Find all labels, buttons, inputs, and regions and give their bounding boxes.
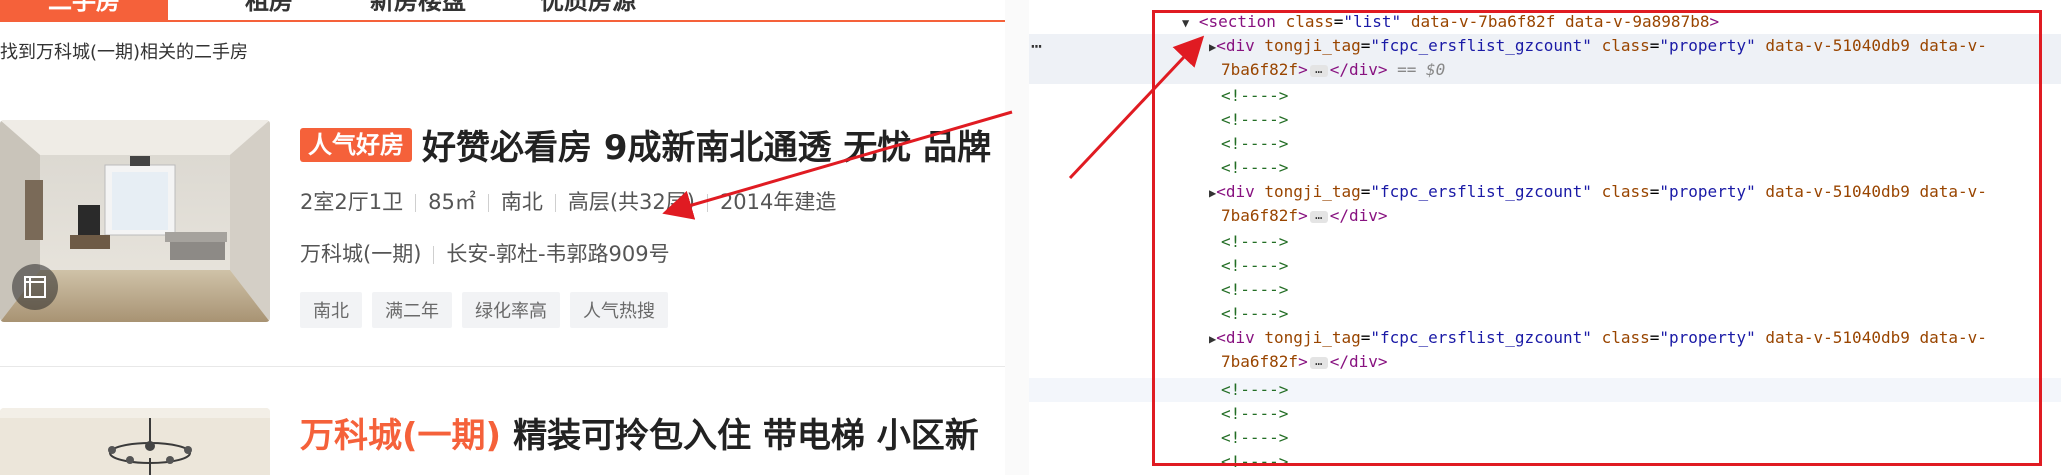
arrow-to-listing [662,110,1013,220]
arrow-to-dom-node [1068,35,1205,180]
arrow-annotation [662,35,1205,220]
